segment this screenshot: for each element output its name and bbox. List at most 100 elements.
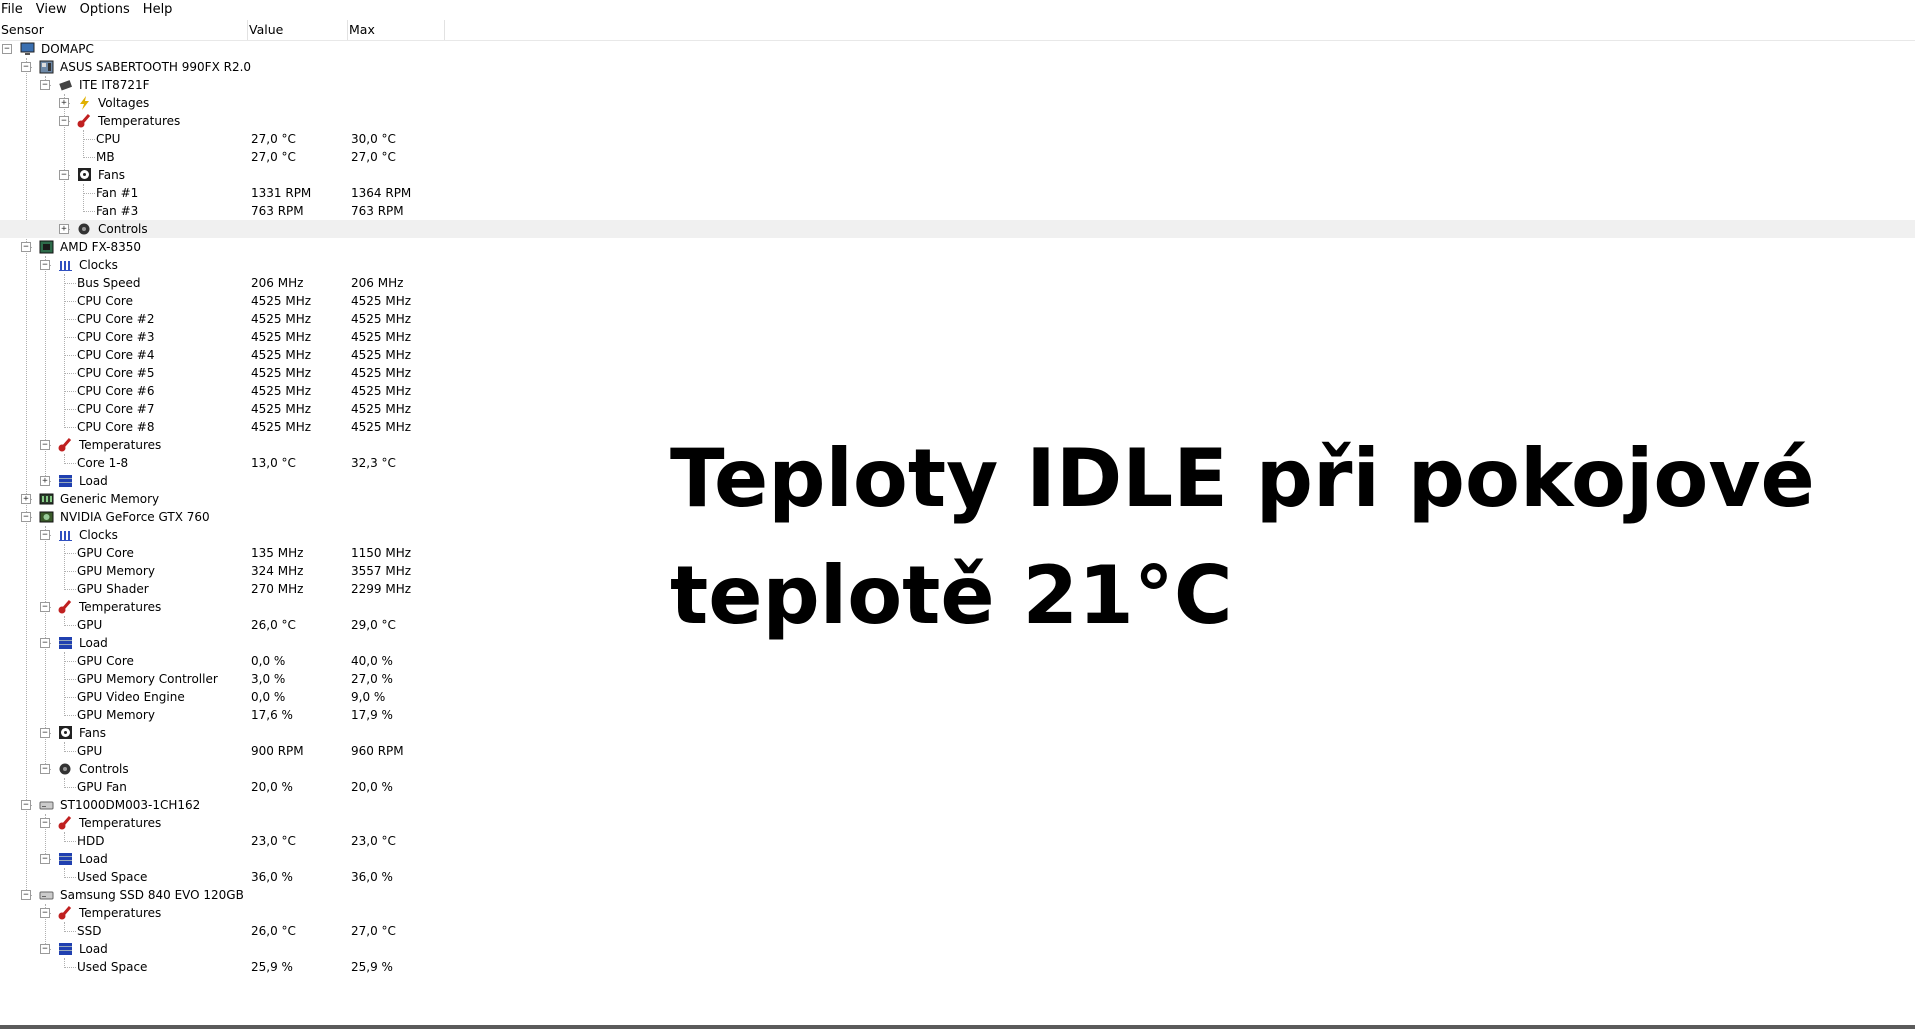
sensor-name: Clocks bbox=[79, 528, 118, 542]
collapse-icon[interactable]: − bbox=[2, 44, 12, 54]
sensor-row[interactable]: SSD 26,0 °C 27,0 °C bbox=[0, 922, 1915, 940]
collapse-icon[interactable]: − bbox=[40, 854, 50, 864]
load-icon bbox=[58, 852, 73, 866]
sensor-row[interactable]: GPU Core 0,0 % 40,0 % bbox=[0, 652, 1915, 670]
tree-connector bbox=[64, 409, 76, 410]
column-max[interactable]: Max bbox=[348, 20, 445, 40]
sensor-name: Clocks bbox=[79, 258, 118, 272]
sensor-row[interactable]: − Temperatures bbox=[0, 814, 1915, 832]
sensor-row[interactable]: − Temperatures bbox=[0, 904, 1915, 922]
sensor-name: Fans bbox=[79, 726, 107, 740]
sensor-row[interactable]: HDD 23,0 °C 23,0 °C bbox=[0, 832, 1915, 850]
sensor-row[interactable]: CPU Core #2 4525 MHz 4525 MHz bbox=[0, 310, 1915, 328]
sensor-max: 25,9 % bbox=[351, 960, 393, 974]
sensor-row[interactable]: Fan #3 763 RPM 763 RPM bbox=[0, 202, 1915, 220]
sensor-row[interactable]: Used Space 25,9 % 25,9 % bbox=[0, 958, 1915, 976]
sensor-row[interactable]: GPU Memory 17,6 % 17,9 % bbox=[0, 706, 1915, 724]
expand-icon[interactable]: + bbox=[59, 98, 69, 108]
sensor-name: DOMAPC bbox=[41, 42, 94, 56]
tree-connector bbox=[83, 193, 95, 194]
sensor-value: 324 MHz bbox=[251, 564, 304, 578]
sensor-row[interactable]: − AMD FX-8350 bbox=[0, 238, 1915, 256]
tree-connector bbox=[64, 301, 76, 302]
sensor-row[interactable]: GPU Video Engine 0,0 % 9,0 % bbox=[0, 688, 1915, 706]
sensor-row[interactable]: CPU Core #6 4525 MHz 4525 MHz bbox=[0, 382, 1915, 400]
sensor-name: MB bbox=[96, 150, 115, 164]
sensor-max: 40,0 % bbox=[351, 654, 393, 668]
collapse-icon[interactable]: − bbox=[21, 62, 31, 72]
tree-connector bbox=[64, 391, 76, 392]
sensor-name: Controls bbox=[79, 762, 129, 776]
sensor-row[interactable]: Bus Speed 206 MHz 206 MHz bbox=[0, 274, 1915, 292]
sensor-name: GPU Memory Controller bbox=[77, 672, 218, 686]
sensor-row[interactable]: − DOMAPC bbox=[0, 40, 1915, 58]
sensor-row[interactable]: CPU 27,0 °C 30,0 °C bbox=[0, 130, 1915, 148]
sensor-row[interactable]: − Load bbox=[0, 940, 1915, 958]
sensor-row[interactable]: CPU Core #3 4525 MHz 4525 MHz bbox=[0, 328, 1915, 346]
sensor-max: 23,0 °C bbox=[351, 834, 396, 848]
sensor-row[interactable]: − ST1000DM003-1CH162 bbox=[0, 796, 1915, 814]
load-icon bbox=[58, 942, 73, 956]
collapse-icon[interactable]: − bbox=[40, 818, 50, 828]
menu-file[interactable]: File bbox=[0, 0, 30, 20]
expand-icon[interactable]: + bbox=[21, 494, 31, 504]
column-value[interactable]: Value bbox=[248, 20, 348, 40]
collapse-icon[interactable]: − bbox=[40, 602, 50, 612]
expand-icon[interactable]: + bbox=[59, 224, 69, 234]
sensor-row[interactable]: − Fans bbox=[0, 724, 1915, 742]
collapse-icon[interactable]: − bbox=[40, 80, 50, 90]
menu-help[interactable]: Help bbox=[142, 0, 180, 20]
collapse-icon[interactable]: − bbox=[21, 800, 31, 810]
sensor-row[interactable]: − Clocks bbox=[0, 256, 1915, 274]
overlay-line-1: Teploty IDLE při pokojové bbox=[670, 432, 1815, 525]
sensor-row[interactable]: MB 27,0 °C 27,0 °C bbox=[0, 148, 1915, 166]
collapse-icon[interactable]: − bbox=[40, 530, 50, 540]
sensor-max: 4525 MHz bbox=[351, 420, 412, 434]
collapse-icon[interactable]: − bbox=[40, 728, 50, 738]
sensor-row[interactable]: CPU Core #5 4525 MHz 4525 MHz bbox=[0, 364, 1915, 382]
collapse-icon[interactable]: − bbox=[40, 908, 50, 918]
collapse-icon[interactable]: − bbox=[59, 116, 69, 126]
expand-icon[interactable]: + bbox=[40, 476, 50, 486]
sensor-value: 36,0 % bbox=[251, 870, 293, 884]
column-sensor[interactable]: Sensor bbox=[0, 20, 248, 40]
collapse-icon[interactable]: − bbox=[21, 512, 31, 522]
voltage-icon bbox=[77, 96, 92, 110]
collapse-icon[interactable]: − bbox=[40, 764, 50, 774]
sensor-row[interactable]: + Controls bbox=[0, 220, 1915, 238]
sensor-name: GPU bbox=[77, 618, 103, 632]
collapse-icon[interactable]: − bbox=[40, 440, 50, 450]
collapse-icon[interactable]: − bbox=[21, 242, 31, 252]
tree-connector bbox=[64, 553, 76, 554]
sensor-row[interactable]: − ITE IT8721F bbox=[0, 76, 1915, 94]
collapse-icon[interactable]: − bbox=[40, 260, 50, 270]
sensor-row[interactable]: − Samsung SSD 840 EVO 120GB bbox=[0, 886, 1915, 904]
sensor-max: 4525 MHz bbox=[351, 384, 412, 398]
menu-options[interactable]: Options bbox=[79, 0, 137, 20]
collapse-icon[interactable]: − bbox=[21, 890, 31, 900]
sensor-value: 4525 MHz bbox=[251, 294, 312, 308]
sensor-row[interactable]: Fan #1 1331 RPM 1364 RPM bbox=[0, 184, 1915, 202]
sensor-row[interactable]: Used Space 36,0 % 36,0 % bbox=[0, 868, 1915, 886]
sensor-row[interactable]: GPU 900 RPM 960 RPM bbox=[0, 742, 1915, 760]
sensor-row[interactable]: − Load bbox=[0, 850, 1915, 868]
menu-view[interactable]: View bbox=[35, 0, 74, 20]
sensor-row[interactable]: CPU Core 4525 MHz 4525 MHz bbox=[0, 292, 1915, 310]
collapse-icon[interactable]: − bbox=[59, 170, 69, 180]
overlay-line-2: teplotě 21°C bbox=[670, 549, 1233, 642]
sensor-row[interactable]: − Temperatures bbox=[0, 112, 1915, 130]
sensor-max: 1364 RPM bbox=[351, 186, 412, 200]
sensor-name: CPU Core #8 bbox=[77, 420, 155, 434]
sensor-row[interactable]: − ASUS SABERTOOTH 990FX R2.0 bbox=[0, 58, 1915, 76]
sensor-row[interactable]: − Fans bbox=[0, 166, 1915, 184]
sensor-row[interactable]: GPU Fan 20,0 % 20,0 % bbox=[0, 778, 1915, 796]
sensor-row[interactable]: GPU Memory Controller 3,0 % 27,0 % bbox=[0, 670, 1915, 688]
collapse-icon[interactable]: − bbox=[40, 638, 50, 648]
sensor-row[interactable]: CPU Core #4 4525 MHz 4525 MHz bbox=[0, 346, 1915, 364]
sensor-value: 4525 MHz bbox=[251, 330, 312, 344]
sensor-row[interactable]: + Voltages bbox=[0, 94, 1915, 112]
tree-connector bbox=[64, 625, 76, 626]
collapse-icon[interactable]: − bbox=[40, 944, 50, 954]
sensor-row[interactable]: CPU Core #7 4525 MHz 4525 MHz bbox=[0, 400, 1915, 418]
sensor-row[interactable]: − Controls bbox=[0, 760, 1915, 778]
